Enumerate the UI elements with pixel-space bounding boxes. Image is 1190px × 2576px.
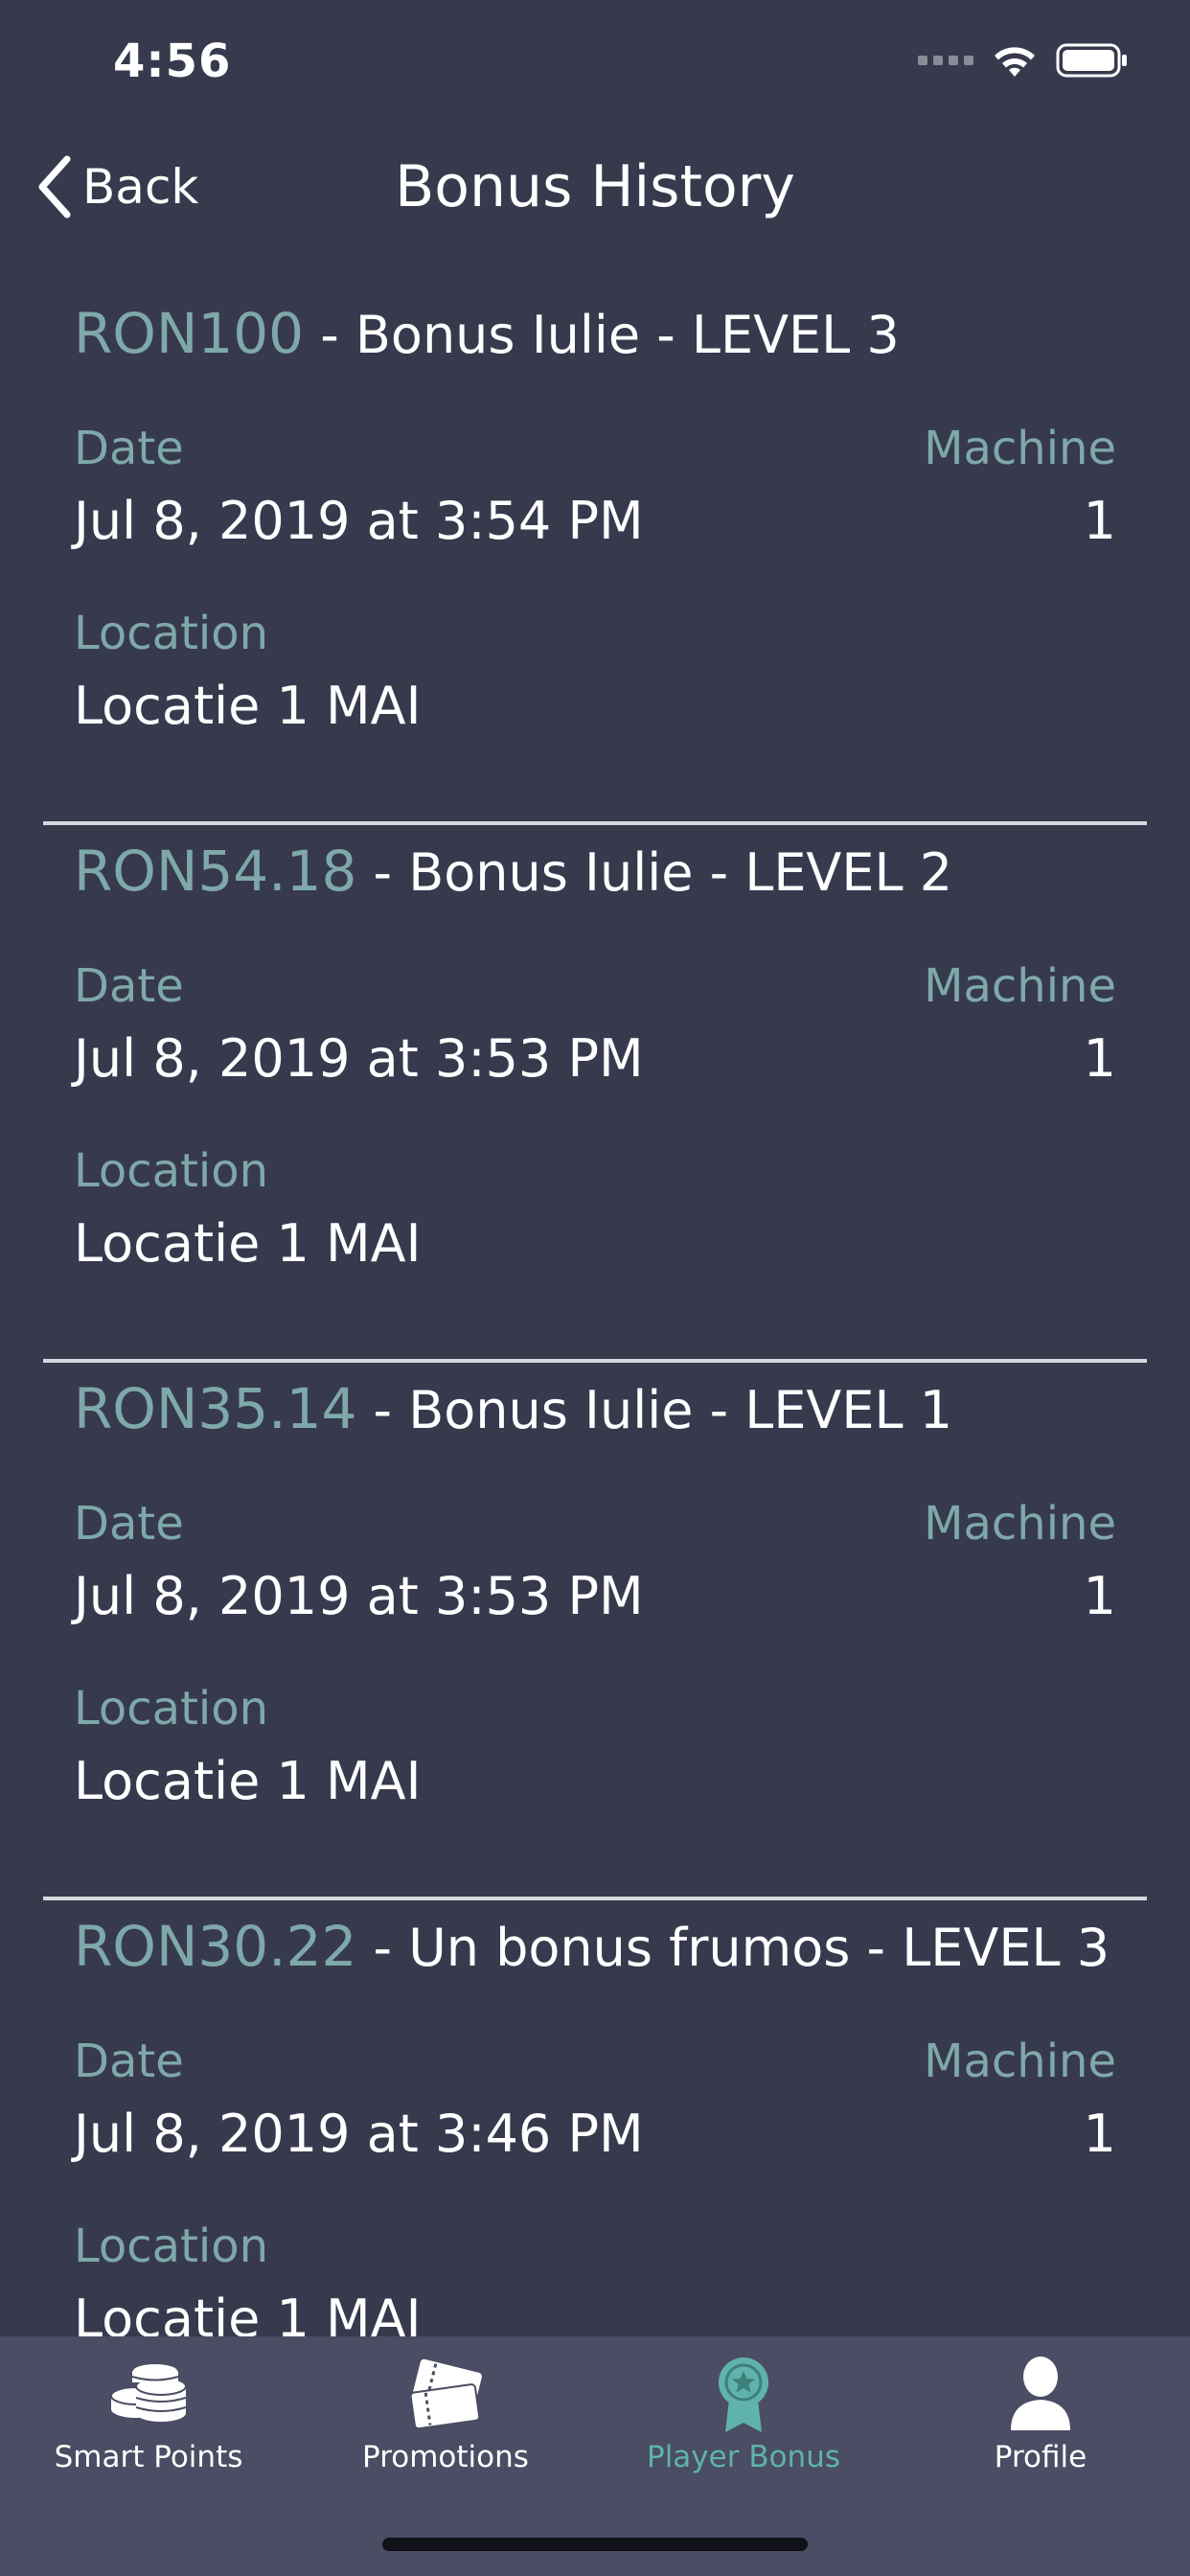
tab-profile[interactable]: Profile: [892, 2336, 1189, 2480]
date-value: Jul 8, 2019 at 3:54 PM: [74, 491, 644, 551]
bonus-description: - Bonus Iulie - LEVEL 2: [356, 842, 953, 903]
bonus-title: RON30.22 - Un bonus frumos - LEVEL 3: [74, 1914, 1110, 1979]
wifi-icon: [995, 47, 1035, 77]
bonus-item[interactable]: RON30.22 - Un bonus frumos - LEVEL 3 Dat…: [0, 1900, 1190, 2336]
bonus-title: RON100 - Bonus Iulie - LEVEL 3: [74, 301, 900, 366]
bonus-amount: RON100: [74, 301, 305, 366]
bonus-item[interactable]: RON35.14 - Bonus Iulie - LEVEL 1 Date Ju…: [0, 1363, 1190, 1900]
battery-icon: [1056, 43, 1127, 78]
coins-stack-icon: [110, 2362, 187, 2422]
machine-value: 1: [1083, 491, 1116, 551]
location-value: Locatie 1 MAI: [74, 1213, 422, 1274]
location-label: Location: [74, 1144, 269, 1198]
date-label: Date: [74, 2035, 184, 2088]
tab-player-bonus[interactable]: Player Bonus: [595, 2336, 892, 2480]
location-label: Location: [74, 2220, 269, 2273]
tab-smart-points[interactable]: Smart Points: [0, 2336, 297, 2480]
machine-label: Machine: [924, 2035, 1116, 2088]
bonus-item[interactable]: RON54.18 - Bonus Iulie - LEVEL 2 Date Ju…: [0, 825, 1190, 1363]
machine-label: Machine: [924, 422, 1116, 475]
date-label: Date: [74, 1497, 184, 1551]
person-icon: [1011, 2357, 1070, 2430]
machine-label: Machine: [924, 959, 1116, 1013]
machine-value: 1: [1083, 1566, 1116, 1626]
bonus-history-list[interactable]: RON100 - Bonus Iulie - LEVEL 3 Date Jul …: [0, 288, 1190, 2336]
location-value: Locatie 1 MAI: [74, 676, 422, 736]
tab-label: Profile: [994, 2440, 1087, 2474]
tab-promotions[interactable]: Promotions: [297, 2336, 594, 2480]
location-label: Location: [74, 607, 269, 660]
date-label: Date: [74, 959, 184, 1013]
status-indicators: [918, 42, 1129, 79]
bonus-description: - Bonus Iulie - LEVEL 3: [304, 305, 900, 365]
date-value: Jul 8, 2019 at 3:46 PM: [74, 2104, 644, 2164]
status-time: 4:56: [113, 34, 232, 88]
bonus-title: RON35.14 - Bonus Iulie - LEVEL 1: [74, 1376, 952, 1441]
date-value: Jul 8, 2019 at 3:53 PM: [74, 1566, 644, 1626]
bonus-amount: RON54.18: [74, 839, 357, 904]
machine-value: 1: [1083, 1028, 1116, 1089]
tab-label: Promotions: [362, 2440, 529, 2474]
home-indicator[interactable]: [382, 2538, 808, 2551]
status-bar: 4:56: [0, 0, 1190, 125]
bonus-description: - Un bonus frumos - LEVEL 3: [356, 1918, 1110, 1978]
cellular-signal-icon: [918, 56, 973, 65]
date-label: Date: [74, 422, 184, 475]
location-label: Location: [74, 1682, 269, 1736]
machine-value: 1: [1083, 2104, 1116, 2164]
bonus-amount: RON30.22: [74, 1914, 357, 1979]
bonus-title: RON54.18 - Bonus Iulie - LEVEL 2: [74, 839, 952, 904]
navigation-bar: Back Bonus History: [0, 134, 1190, 240]
machine-label: Machine: [924, 1497, 1116, 1551]
tab-label: Player Bonus: [647, 2440, 840, 2474]
location-value: Locatie 1 MAI: [74, 2288, 422, 2336]
bonus-item[interactable]: RON100 - Bonus Iulie - LEVEL 3 Date Jul …: [0, 288, 1190, 825]
date-value: Jul 8, 2019 at 3:53 PM: [74, 1028, 644, 1089]
tickets-icon: [409, 2358, 482, 2430]
bonus-description: - Bonus Iulie - LEVEL 1: [356, 1380, 953, 1440]
bonus-amount: RON35.14: [74, 1376, 357, 1441]
tab-label: Smart Points: [54, 2440, 243, 2474]
page-title: Bonus History: [395, 153, 795, 220]
location-value: Locatie 1 MAI: [74, 1751, 422, 1811]
award-badge-icon: [719, 2358, 768, 2432]
